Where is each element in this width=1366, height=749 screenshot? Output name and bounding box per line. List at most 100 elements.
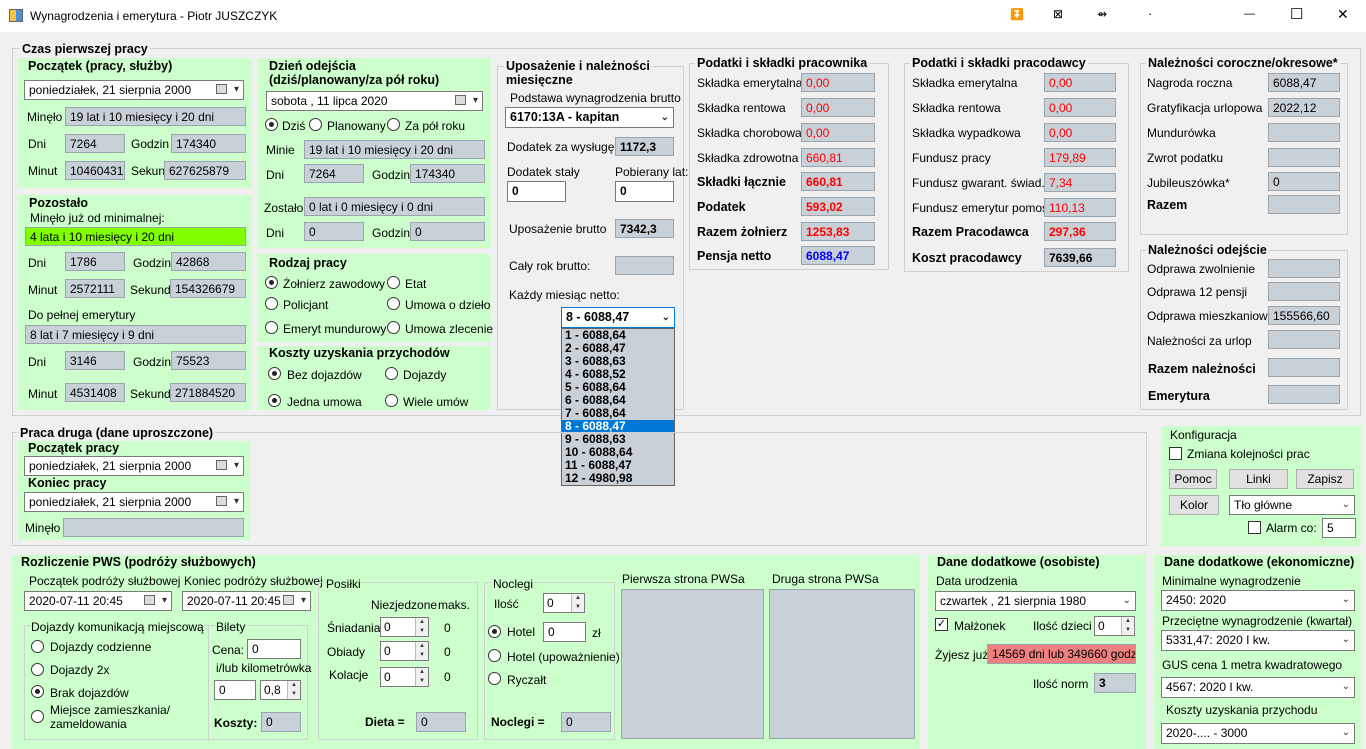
links-button[interactable]: Linki [1229, 469, 1288, 489]
rate-stepper[interactable]: 0,8 ▲ ▼ [260, 680, 301, 700]
start-date-value: poniedziałek, 21 sierpnia 2000 [29, 83, 192, 97]
diet-label: Dieta = [365, 715, 405, 729]
spinner-arrows-icon[interactable]: ▲ ▼ [415, 668, 428, 686]
radio-2x[interactable] [31, 663, 44, 676]
hotel-input[interactable]: 0 [543, 622, 586, 642]
min-wage-select[interactable]: 2450: 2020 ⌄ [1161, 590, 1355, 611]
radio-daily[interactable] [31, 640, 44, 653]
radio-police[interactable] [265, 297, 278, 310]
spinner-arrows-icon[interactable]: ▲ ▼ [415, 642, 428, 660]
radio-no-trips[interactable] [31, 685, 44, 698]
start-date-picker[interactable]: poniedziałek, 21 sierpnia 2000 ▾ [24, 80, 244, 100]
alarm-input[interactable]: 5 [1322, 518, 1356, 538]
color-button[interactable]: Kolor [1169, 495, 1219, 515]
radio-half-year[interactable] [387, 118, 400, 131]
lunch-stepper[interactable]: 0 ▲ ▼ [380, 641, 429, 661]
chevron-down-icon: ⌄ [661, 312, 670, 323]
spouse-checkbox[interactable]: ✓ [935, 618, 948, 631]
econ-costs-select[interactable]: 2020-.... - 3000 ⌄ [1161, 723, 1355, 744]
radio-dzielo[interactable] [387, 297, 400, 310]
second-passed-label: Minęło [25, 521, 61, 535]
full-hours-value: 75523 [171, 351, 246, 370]
er-value: 0,00 [1044, 73, 1116, 92]
title-bar[interactable]: Wynagrodzenia i emerytura - Piotr JUSZCZ… [0, 0, 1366, 32]
kids-stepper[interactable]: 0 ▲ ▼ [1094, 616, 1135, 636]
emp-row-label: Składka zdrowotna [697, 151, 799, 165]
leaving-row-label: Należności za urlop [1147, 334, 1252, 348]
base-select[interactable]: 6170:13A - kapitan ⌄ [505, 107, 674, 128]
commute-title: Dojazdy komunikacją miejscową [31, 620, 204, 634]
calendar-icon [216, 84, 227, 94]
alive-value: 14569 dni lub 349660 godzin [987, 644, 1136, 664]
second-end-picker[interactable]: poniedziałek, 21 sierpnia 2000 ▾ [24, 492, 244, 512]
leave-date-picker[interactable]: sobota , 11 lipca 2020 ▾ [266, 91, 483, 111]
radio-etat[interactable] [387, 276, 400, 289]
avg-wage-label: Przeciętne wynagrodzenie (kwartał) [1162, 614, 1353, 628]
help-button[interactable]: Pomoc [1169, 469, 1217, 489]
monthly-select[interactable]: 8 - 6088,47 ⌄ [561, 307, 675, 328]
restore-icon[interactable]: ⇴ [1097, 7, 1107, 21]
radio-today[interactable] [265, 118, 278, 131]
birth-date-picker[interactable]: czwartek , 21 sierpnia 1980 ⌄ [935, 591, 1136, 611]
radio-hotel-auth[interactable] [488, 649, 501, 662]
birth-label: Data urodzenia [936, 574, 1018, 588]
dinner-max: 0 [444, 670, 451, 684]
to-full-label: Do pełnej emerytury [28, 308, 136, 322]
trip-end-picker[interactable]: 2020-07-11 20:45 ▾ [182, 591, 311, 611]
leave-date-value: sobota , 11 lipca 2020 [271, 94, 388, 108]
background-select[interactable]: Tło główne ⌄ [1229, 495, 1355, 515]
page1-label: Pierwsza strona PWSa [622, 572, 745, 586]
radio-many-contracts[interactable] [385, 394, 398, 407]
dot-icon[interactable]: · [1148, 6, 1152, 21]
radio-commute[interactable] [385, 367, 398, 380]
order-checkbox[interactable] [1169, 447, 1182, 460]
page1-image[interactable] [621, 589, 764, 739]
meals-title: Posiłki [326, 577, 361, 591]
spinner-arrows-icon[interactable]: ▲ ▼ [287, 681, 300, 699]
radio-hotel[interactable] [488, 625, 501, 638]
trip-end-label: Koniec podróży służbowej [184, 574, 323, 588]
chevron-down-icon: ▾ [233, 496, 239, 507]
radio-residence[interactable] [31, 710, 44, 723]
radio-retired[interactable] [265, 321, 278, 334]
tickets-costs-value: 0 [261, 712, 301, 732]
save-button[interactable]: Zapisz [1296, 469, 1354, 489]
radio-soldier[interactable] [265, 276, 278, 289]
breakfast-stepper[interactable]: 0 ▲ ▼ [380, 617, 429, 637]
spinner-arrows-icon[interactable]: ▲ ▼ [1121, 617, 1134, 635]
pin-icon[interactable]: ⏬ [1010, 8, 1024, 21]
second-start-picker[interactable]: poniedziałek, 21 sierpnia 2000 ▾ [24, 456, 244, 476]
close-button[interactable]: ✕ [1337, 6, 1349, 23]
radio-retired-label: Emeryt mundurowy [283, 322, 387, 336]
page2-image[interactable] [769, 589, 915, 739]
minimize-button[interactable]: — [1244, 8, 1255, 20]
er-value: 110,13 [1044, 198, 1116, 217]
emp-row-label: Składka emerytalna [697, 76, 803, 90]
er-row-label: Składka emerytalna [912, 76, 1018, 90]
radio-zlecenie[interactable] [387, 321, 400, 334]
fixed-input[interactable]: 0 [507, 181, 566, 202]
trip-start-picker[interactable]: 2020-07-11 20:45 ▾ [24, 591, 172, 611]
spinner-arrows-icon[interactable]: ▲ ▼ [571, 594, 584, 612]
emp-value: 660,81 [801, 172, 875, 191]
spinner-arrows-icon[interactable]: ▲ ▼ [415, 618, 428, 636]
chevron-down-icon: ▾ [472, 95, 478, 106]
nights-count-stepper[interactable]: 0 ▲ ▼ [543, 593, 585, 613]
radio-planned[interactable] [309, 118, 322, 131]
screenshot-icon[interactable]: ⊠ [1053, 7, 1063, 21]
dinner-stepper[interactable]: 0 ▲ ▼ [380, 667, 429, 687]
price-input[interactable]: 0 [247, 639, 301, 659]
spouse-label: Małżonek [954, 619, 1006, 633]
gus-select[interactable]: 4567: 2020 I kw. ⌄ [1161, 677, 1355, 698]
radio-one-contract[interactable] [268, 394, 281, 407]
alarm-checkbox[interactable] [1248, 521, 1261, 534]
maximize-button[interactable]: ☐ [1290, 5, 1303, 23]
radio-no-commute[interactable] [268, 367, 281, 380]
second-end-label: Koniec pracy [26, 476, 109, 490]
years-input[interactable]: 0 [615, 181, 674, 202]
radio-residence-label-2: zameldowania [50, 717, 127, 731]
radio-lump-sum[interactable] [488, 672, 501, 685]
days-label: Dni [28, 256, 47, 270]
avg-wage-select[interactable]: 5331,47: 2020 I kw. ⌄ [1161, 630, 1355, 651]
km-input[interactable]: 0 [214, 680, 256, 700]
